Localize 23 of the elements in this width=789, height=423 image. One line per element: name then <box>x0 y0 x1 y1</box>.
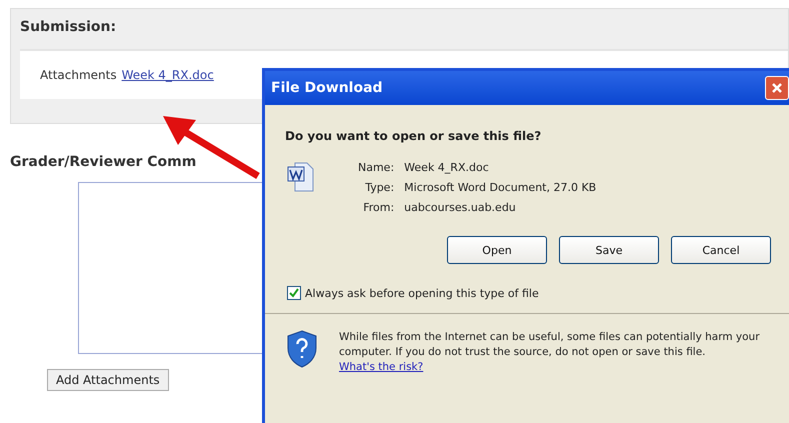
checkbox[interactable] <box>287 286 301 300</box>
attachment-link[interactable]: Week 4_RX.doc <box>122 68 214 82</box>
dialog-button[interactable]: Open <box>447 236 547 264</box>
warning-text: While files from the Internet can be useful, some files can potentially harm your computer. If you do not trust the source, do not open or save this file. What's the risk? <box>339 330 761 375</box>
dialog-question: Do you want to open or save this file? <box>285 129 542 143</box>
document-icon <box>287 161 315 193</box>
section-title: Submission: <box>20 19 118 35</box>
field-value: Microsoft Word Document, 27.0 KB <box>404 181 596 194</box>
attachments-label: Attachments <box>40 68 117 82</box>
field-value: Week 4_RX.doc <box>404 161 490 174</box>
dialog-button[interactable]: Cancel <box>671 236 771 264</box>
checkbox-label[interactable]: Always ask before opening this type of file <box>305 286 539 300</box>
field-label: Type: <box>364 181 394 194</box>
close-icon[interactable] <box>765 76 789 100</box>
dialog-button[interactable]: Save <box>559 236 659 264</box>
dialog-title: File Download <box>271 80 383 96</box>
field-label: Name: <box>358 161 394 174</box>
add-attachments-button[interactable]: Add Attachments <box>47 369 169 391</box>
comments-heading: Grader/Reviewer Comm <box>10 154 196 170</box>
field-value: uabcourses.uab.edu <box>404 201 517 214</box>
shield-icon <box>287 330 317 368</box>
field-label: From: <box>362 201 394 214</box>
risk-link[interactable]: What's the risk? <box>339 361 424 373</box>
